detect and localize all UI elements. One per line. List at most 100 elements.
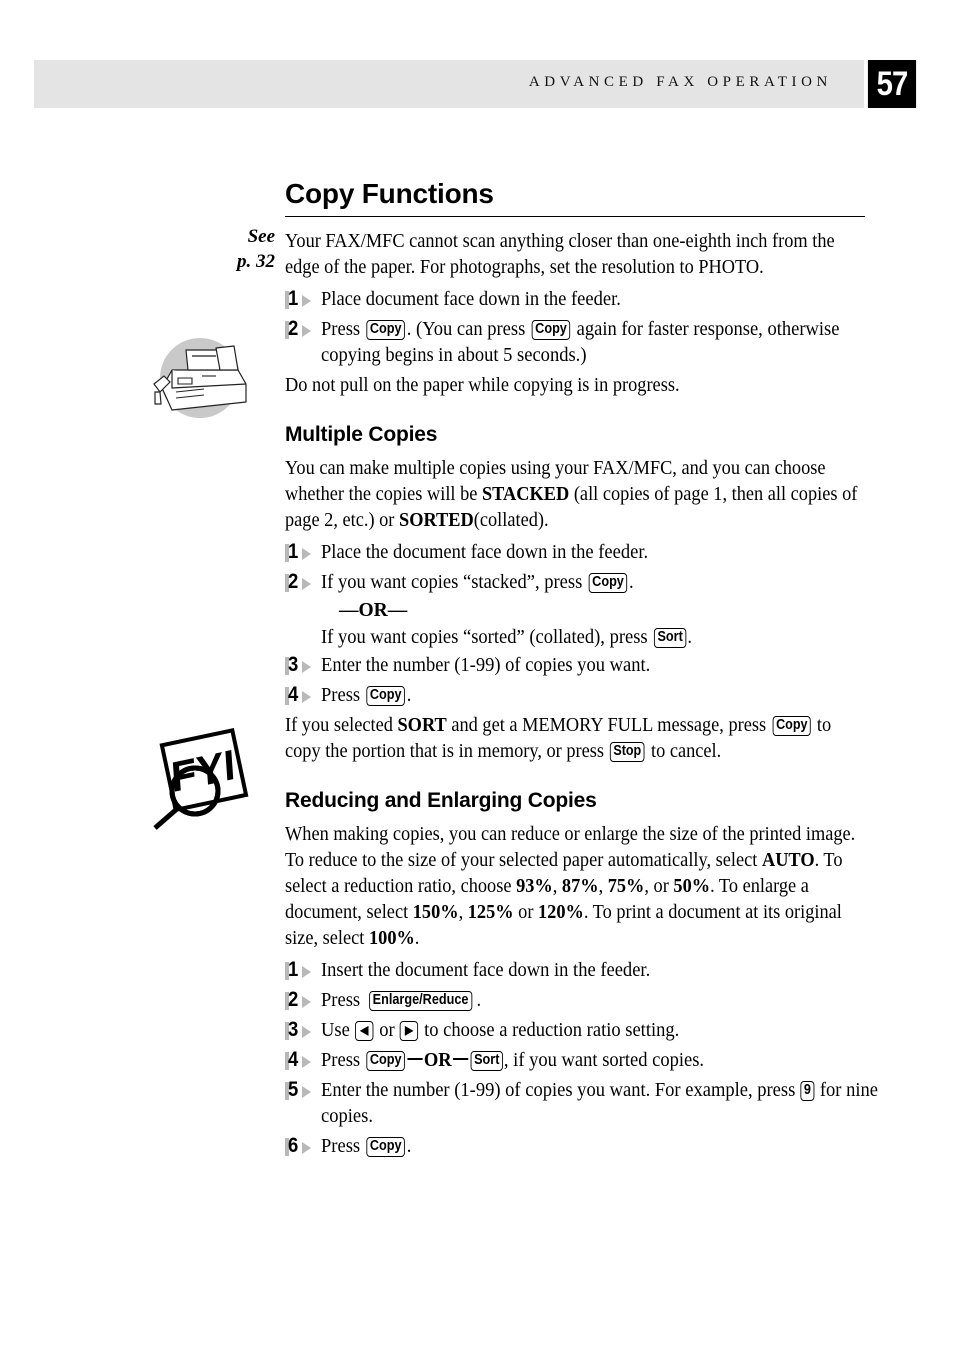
step-triangle-icon — [302, 996, 311, 1008]
text-part: , — [552, 876, 562, 897]
page-title: Copy Functions — [285, 178, 494, 209]
step-triangle-icon — [302, 578, 311, 590]
text-part: (collated). — [473, 510, 549, 531]
step-number: 5 — [288, 1078, 299, 1101]
key-copy: Copy — [366, 1137, 406, 1157]
step-number: 2 — [288, 988, 299, 1011]
term-sort: SORT — [397, 715, 447, 736]
step-text: Press Copy. — [321, 683, 891, 709]
step-number-marker: 4 — [285, 1048, 315, 1073]
section-title-reducing-enlarging: Reducing and Enlarging Copies — [285, 789, 597, 812]
or-dash-right — [452, 1058, 468, 1060]
section-title-multiple-copies: Multiple Copies — [285, 423, 438, 446]
title-divider — [285, 216, 865, 217]
copy-functions-steps: 1 Place document face down in the feeder… — [285, 287, 865, 369]
step-number-marker: 2 — [285, 988, 315, 1013]
text-part: to cancel. — [646, 741, 722, 762]
step-text: Insert the document face down in the fee… — [321, 960, 651, 981]
step-text: Enter the number (1-99) of copies you wa… — [321, 655, 651, 676]
text-part: and get a MEMORY FULL message, press — [446, 715, 767, 736]
step-item: 2 Press Copy. (You can press Copy again … — [285, 317, 865, 369]
fax-machine-icon — [142, 326, 262, 426]
ratio-93: 93% — [516, 876, 553, 897]
key-copy: Copy — [772, 716, 811, 736]
step-number: 1 — [288, 958, 299, 981]
step-triangle-icon — [302, 661, 311, 673]
text-part: . — [687, 627, 693, 648]
step-number-marker: 2 — [285, 317, 315, 342]
key-copy: Copy — [531, 320, 571, 340]
ratio-87: 87% — [561, 876, 599, 897]
step-text: If you want copies “stacked”, press Copy… — [321, 570, 891, 596]
fyi-icon: FYI — [145, 723, 265, 838]
step-text-part: to choose a reduction ratio setting. — [424, 1020, 680, 1041]
margin-gutter: See p. 32 FYI — [120, 178, 275, 830]
see-label: See — [247, 226, 275, 247]
step-text-part: . — [628, 572, 634, 593]
step-item: 2 If you want copies “stacked”, press Co… — [285, 570, 865, 596]
step-text-part: Press — [321, 1050, 361, 1071]
step-number: 4 — [288, 683, 299, 706]
text-part: or — [513, 902, 539, 923]
key-right-arrow-icon: ▶ — [400, 1021, 419, 1041]
key-copy: Copy — [366, 1051, 406, 1071]
ratio-100: 100% — [368, 928, 415, 949]
step-triangle-icon — [302, 295, 311, 307]
step-number-marker: 3 — [285, 1018, 315, 1043]
copy-warning-note: Do not pull on the paper while copying i… — [285, 375, 680, 396]
step-triangle-icon — [302, 1026, 311, 1038]
key-copy: Copy — [366, 686, 406, 706]
step-text: Press Enlarge/Reduce. — [321, 988, 891, 1014]
step-item: 5 Enter the number (1-99) of copies you … — [285, 1078, 878, 1130]
step-item: 3 Enter the number (1-99) of copies you … — [285, 653, 865, 679]
step-text: Place document face down in the feeder. — [321, 289, 621, 310]
page-header: ADVANCED FAX OPERATION 57 — [34, 60, 920, 108]
step-text-part: Press — [321, 990, 361, 1011]
step-number: 3 — [288, 653, 299, 676]
text-part: If you selected — [285, 715, 398, 736]
step-text-part: If you want copies “stacked”, press — [321, 572, 583, 593]
step-number-marker: 5 — [285, 1078, 315, 1103]
see-reference-note: See p. 32 — [120, 178, 275, 274]
main-column: Copy Functions Your FAX/MFC cannot scan … — [285, 178, 878, 1164]
step-triangle-icon — [302, 1056, 311, 1068]
key-nine: 9 — [800, 1081, 815, 1101]
sorted-alternative-line: If you want copies “sorted” (collated), … — [321, 625, 838, 651]
step-item: 1 Place document face down in the feeder… — [285, 287, 865, 313]
key-stop: Stop — [610, 742, 645, 762]
step-text-part: , if you want sorted copies. — [503, 1050, 705, 1071]
step-text: Press Copy. (You can press Copy again fo… — [321, 317, 891, 369]
key-sort: Sort — [653, 628, 687, 648]
step-number-marker: 6 — [285, 1134, 315, 1159]
step-number-marker: 2 — [285, 570, 315, 595]
step-text-part: . (You can press — [406, 319, 526, 340]
step-number: 1 — [288, 540, 299, 563]
step-number: 4 — [288, 1048, 299, 1071]
step-number-marker: 1 — [285, 958, 315, 983]
step-text-part: . — [406, 685, 412, 706]
step-text: Use ◀ or ▶ to choose a reduction ratio s… — [321, 1018, 891, 1044]
or-dash-left — [407, 1058, 423, 1060]
step-triangle-icon — [302, 325, 311, 337]
term-sorted: SORTED — [399, 510, 474, 531]
key-copy: Copy — [366, 320, 406, 340]
ratio-150: 150% — [412, 902, 459, 923]
sort-memory-full-note: If you selected SORT and get a MEMORY FU… — [285, 713, 865, 765]
step-text: Enter the number (1-99) of copies you wa… — [321, 1078, 891, 1130]
step-text-part: . — [476, 990, 482, 1011]
inline-or-label: OR — [423, 1050, 452, 1071]
term-stacked: STACKED — [481, 484, 570, 505]
step-text-part: or — [379, 1020, 395, 1041]
or-separator: —OR— — [339, 600, 408, 621]
step-item: 1 Place the document face down in the fe… — [285, 540, 865, 566]
text-part: If you want copies “sorted” (collated), … — [321, 627, 648, 648]
key-copy: Copy — [588, 573, 628, 593]
step-text-part: Press — [321, 1136, 361, 1157]
step-text-part: . — [406, 1136, 412, 1157]
step-text-part: Use — [321, 1020, 350, 1041]
step-triangle-icon — [302, 1142, 311, 1154]
step-number: 3 — [288, 1018, 299, 1041]
step-text: Place the document face down in the feed… — [321, 542, 649, 563]
key-sort: Sort — [470, 1051, 503, 1071]
see-page: p. 32 — [237, 251, 275, 272]
